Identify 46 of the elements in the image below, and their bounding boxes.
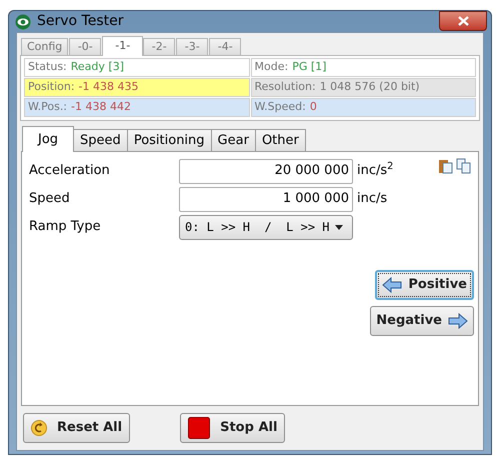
tab[interactable]: -0- (69, 38, 102, 55)
unit-label: inc/s$^{2}$ (357, 161, 394, 180)
dropdown[interactable]: 0: L >> H / L >> H (179, 214, 353, 240)
status-value: 0 (310, 99, 317, 116)
status-value: PG [1] (292, 59, 326, 76)
status-value: Ready [3] (70, 59, 124, 76)
tab[interactable]: Positioning (128, 129, 212, 151)
close-button[interactable] (439, 11, 487, 31)
copy-icon[interactable] (456, 158, 472, 174)
status-value: 1 048 576 (20 bit) (320, 79, 420, 96)
undo-icon (31, 420, 47, 436)
unit-label: inc/s (357, 190, 388, 208)
left-arrow-icon (382, 277, 402, 293)
tab[interactable]: Config (21, 38, 68, 55)
negative-button[interactable]: Negative (370, 306, 474, 336)
input-field[interactable]: 20 000 000 (179, 158, 353, 184)
status-value: -1 438 435 (78, 79, 138, 96)
tab[interactable]: -4- (209, 38, 242, 55)
caret-icon (335, 224, 343, 230)
status-label: W.Pos.: (28, 99, 68, 116)
field-label: Acceleration (29, 162, 111, 180)
input-field[interactable]: 1 000 000 (179, 186, 353, 212)
field-label: Ramp Type (29, 218, 102, 236)
tab[interactable]: -2- (143, 38, 176, 55)
status-label: Resolution: (254, 79, 316, 96)
status-label: W.Speed: (254, 99, 306, 116)
tab[interactable]: -1- (102, 36, 144, 56)
status-label: Mode: (254, 59, 288, 76)
paste-icon[interactable] (438, 158, 454, 174)
tab[interactable]: Speed (74, 129, 128, 151)
stop-icon (188, 417, 210, 439)
status-label: Status: (28, 59, 67, 76)
eye-icon (15, 14, 31, 30)
positive-button[interactable]: Positive (375, 270, 474, 300)
close-icon (458, 16, 468, 26)
reset-button[interactable]: Reset All (23, 413, 130, 443)
field-label: Speed (29, 190, 71, 208)
tab[interactable]: Jog (22, 126, 74, 152)
tab[interactable]: Other (256, 129, 306, 151)
tab[interactable]: Gear (212, 129, 256, 151)
stop-button[interactable]: Stop All (180, 413, 286, 443)
status-value: -1 438 442 (71, 99, 131, 116)
status-label: Position: (28, 79, 75, 96)
window-title: Servo Tester (37, 12, 124, 31)
right-arrow-icon (448, 313, 468, 329)
tab[interactable]: -3- (176, 38, 208, 55)
